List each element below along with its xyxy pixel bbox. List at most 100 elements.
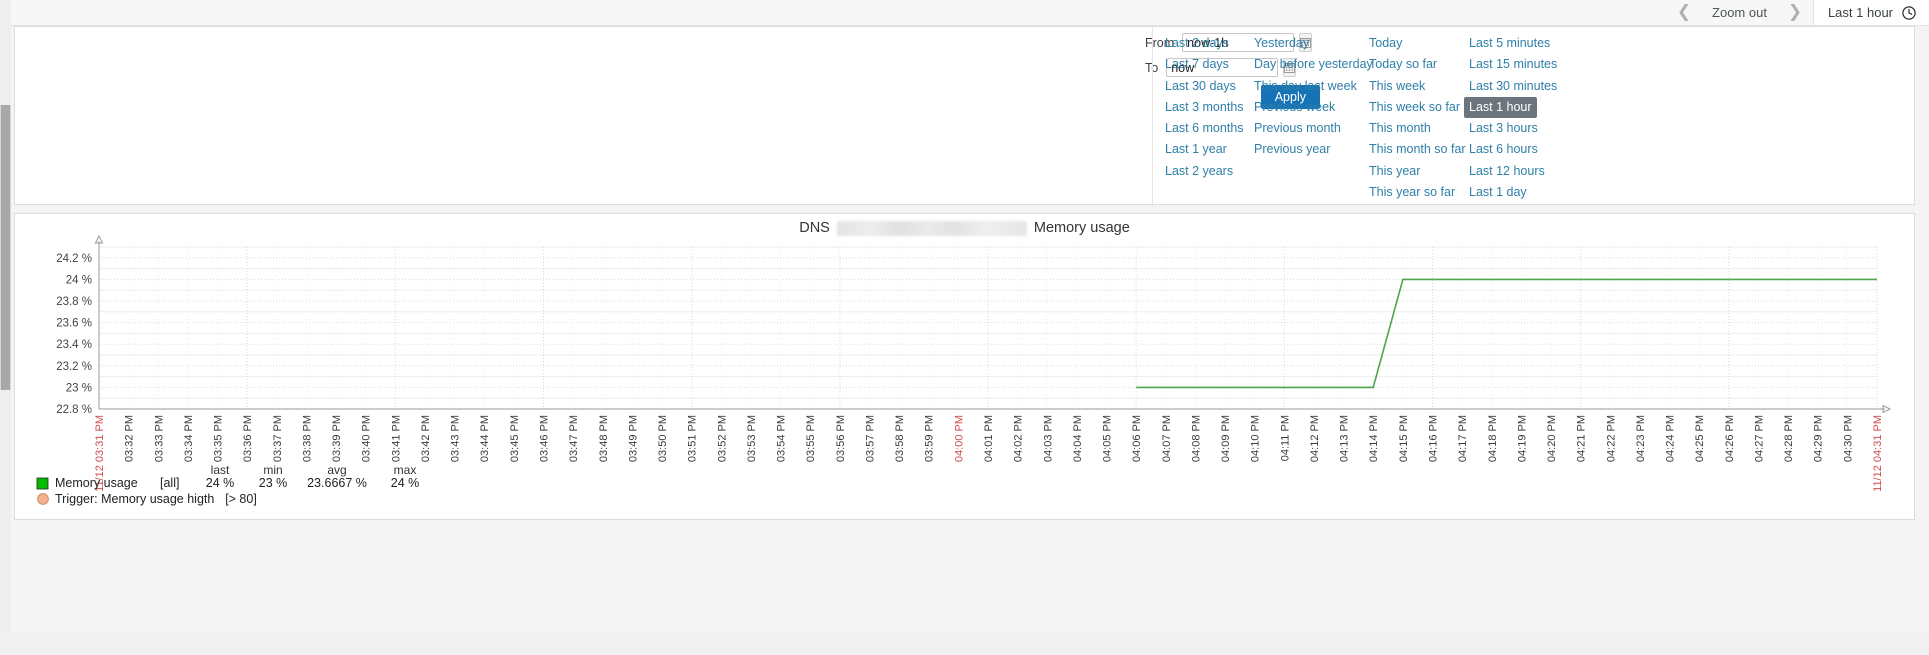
y-tick-label: 23.8 % <box>56 296 92 308</box>
x-tick-label: 04:30 PM <box>1842 415 1854 462</box>
x-tick-label: 03:54 PM <box>776 415 788 462</box>
x-tick-label: 03:59 PM <box>924 415 936 462</box>
legend-stat-value: 23.6667 % <box>307 476 367 490</box>
page-scrollbar[interactable] <box>0 105 11 390</box>
quick-range-last-7-days[interactable]: Last 7 days <box>1160 54 1234 75</box>
legend-stat-header: max <box>394 463 417 477</box>
x-tick-label: 11/12 04:31 PM <box>1872 415 1884 492</box>
quick-range-this-week-so-far[interactable]: This week so far <box>1364 97 1465 118</box>
quick-range-last-2-days[interactable]: Last 2 days <box>1160 33 1234 54</box>
x-tick-label: 04:05 PM <box>1102 415 1114 462</box>
quick-range-last-1-hour[interactable]: Last 1 hour <box>1464 96 1537 119</box>
x-tick-label: 03:34 PM <box>183 415 195 462</box>
x-tick-label: 03:47 PM <box>568 415 580 462</box>
quick-range-this-week[interactable]: This week <box>1364 76 1430 97</box>
x-tick-label: 03:48 PM <box>598 415 610 462</box>
chevron-right-icon[interactable]: ❯ <box>1777 0 1813 25</box>
quick-range-this-day-last-week[interactable]: This day last week <box>1249 76 1362 97</box>
quick-range-last-5-minutes[interactable]: Last 5 minutes <box>1464 33 1555 54</box>
x-tick-label: 04:01 PM <box>983 415 995 462</box>
quick-range-column-3: Today Today so far This week This week so f… <box>1369 33 1469 203</box>
x-tick-label: 04:19 PM <box>1516 415 1528 462</box>
quick-range-column-1: Last 2 days Last 7 days Last 30 days Last 3… <box>1165 33 1254 203</box>
x-tick-label: 04:15 PM <box>1398 415 1410 462</box>
quick-range-this-month[interactable]: This month <box>1364 118 1436 139</box>
x-tick-label: 03:57 PM <box>864 415 876 462</box>
x-tick-label: 03:53 PM <box>746 415 758 462</box>
x-tick-label: 03:37 PM <box>272 415 284 462</box>
quick-range-today[interactable]: Today <box>1364 33 1407 54</box>
x-tick-label: 03:32 PM <box>124 415 136 462</box>
quick-range-previous-month[interactable]: Previous month <box>1249 118 1346 139</box>
quick-range-last-6-hours[interactable]: Last 6 hours <box>1464 139 1543 160</box>
time-range-button[interactable]: Last 1 hour <box>1812 0 1929 25</box>
y-tick-label: 24.2 % <box>56 253 92 265</box>
quick-range-this-year-so-far[interactable]: This year so far <box>1364 182 1460 203</box>
x-tick-label: 04:11 PM <box>1279 415 1291 461</box>
quick-range-last-1-year[interactable]: Last 1 year <box>1160 139 1232 160</box>
quick-range-last-30-days[interactable]: Last 30 days <box>1160 76 1241 97</box>
quick-range-previous-year[interactable]: Previous year <box>1249 139 1335 160</box>
x-tick-label: 03:40 PM <box>361 415 373 462</box>
quick-range-this-month-so-far[interactable]: This month so far <box>1364 139 1471 160</box>
quick-range-day-before-yesterday[interactable]: Day before yesterday <box>1249 54 1378 75</box>
x-tick-label: 03:41 PM <box>390 415 402 462</box>
x-tick-label: 03:46 PM <box>539 415 551 462</box>
x-tick-label: 03:58 PM <box>894 415 906 462</box>
quick-range-last-1-day[interactable]: Last 1 day <box>1464 182 1532 203</box>
x-tick-label: 04:17 PM <box>1457 415 1469 462</box>
legend-trigger-condition: [> 80] <box>225 492 257 506</box>
memory-usage-chart[interactable]: 24.2 % 24 % 23.8 % 23.6 % 23.4 % 23.2 % 23 % 22… <box>15 214 1914 519</box>
x-tick-label: 04:07 PM <box>1161 415 1173 462</box>
x-tick-label: 04:12 PM <box>1309 415 1321 462</box>
quick-range-last-2-years[interactable]: Last 2 years <box>1160 161 1238 182</box>
x-tick-label: 04:28 PM <box>1783 415 1795 462</box>
legend-stat-header: last <box>211 463 230 477</box>
legend-scope: [all] <box>160 476 179 490</box>
y-tick-label: 24 % <box>66 274 92 286</box>
legend-stat-header: min <box>263 463 282 477</box>
x-tick-label: 04:00 PM <box>953 415 965 462</box>
quick-range-last-12-hours[interactable]: Last 12 hours <box>1464 161 1550 182</box>
x-tick-label: 04:10 PM <box>1250 415 1262 462</box>
x-tick-label: 03:50 PM <box>657 415 669 462</box>
legend-stat-value: 23 % <box>259 476 288 490</box>
x-tick-label: 04:20 PM <box>1546 415 1558 462</box>
x-tick-label: 03:56 PM <box>835 415 847 462</box>
legend-stat-header: avg <box>327 463 346 477</box>
rail-top-spacer <box>0 0 11 105</box>
chevron-left-icon[interactable]: ❮ <box>1666 0 1702 25</box>
x-tick-label: 04:26 PM <box>1724 415 1736 462</box>
y-tick-label: 23.2 % <box>56 361 92 373</box>
top-toolbar: ❮ Zoom out ❯ Last 1 hour <box>0 0 1929 26</box>
legend-stat-value: 24 % <box>206 476 235 490</box>
x-tick-label: 03:52 PM <box>716 415 728 462</box>
x-tick-label: 03:51 PM <box>687 415 699 462</box>
zoom-out-button[interactable]: Zoom out <box>1702 0 1777 25</box>
trigger-circle-icon <box>37 493 49 505</box>
quick-range-last-3-months[interactable]: Last 3 months <box>1160 97 1249 118</box>
x-tick-label: 03:33 PM <box>153 415 165 462</box>
x-tick-label: 03:55 PM <box>805 415 817 462</box>
quick-range-previous-week[interactable]: Previous week <box>1249 97 1340 118</box>
x-tick-label: 04:24 PM <box>1665 415 1677 462</box>
quick-range-yesterday[interactable]: Yesterday <box>1249 33 1314 54</box>
quick-range-last-30-minutes[interactable]: Last 30 minutes <box>1464 76 1562 97</box>
quick-range-last-15-minutes[interactable]: Last 15 minutes <box>1464 54 1562 75</box>
quick-range-last-3-hours[interactable]: Last 3 hours <box>1464 118 1543 139</box>
quick-range-this-year[interactable]: This year <box>1364 161 1425 182</box>
x-tick-label: 04:23 PM <box>1635 415 1647 462</box>
quick-ranges: Last 2 days Last 7 days Last 30 days Last 3… <box>1165 33 1589 203</box>
graph-title-prefix: DNS <box>799 220 830 236</box>
legend-trigger-label: Trigger: Memory usage higth <box>55 492 214 506</box>
graph-title: DNS Memory usage <box>15 220 1914 236</box>
x-tick-label: 03:49 PM <box>627 415 639 462</box>
clock-icon <box>1902 5 1916 20</box>
quick-range-today-so-far[interactable]: Today so far <box>1364 54 1442 75</box>
x-tick-label: 03:44 PM <box>479 415 491 462</box>
x-tick-label: 04:21 PM <box>1576 415 1588 462</box>
x-tick-label: 04:03 PM <box>1042 415 1054 462</box>
legend-color-swatch <box>36 477 49 490</box>
quick-range-last-6-months[interactable]: Last 6 months <box>1160 118 1249 139</box>
x-tick-label: 04:04 PM <box>1072 415 1084 462</box>
